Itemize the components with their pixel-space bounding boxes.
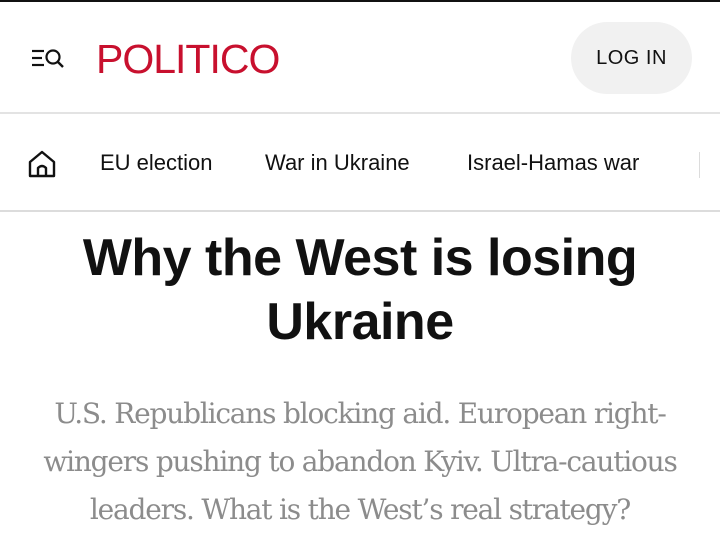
politico-logo[interactable]: POLITICO xyxy=(96,36,280,82)
article-dek: U.S. Republicans blocking aid. European … xyxy=(43,397,678,526)
page: POLITICO LOG IN EU election War in Ukrai… xyxy=(0,0,720,543)
nav-item-war-in-ukraine[interactable]: War in Ukraine xyxy=(265,150,410,176)
site-header: POLITICO LOG IN xyxy=(0,2,720,114)
home-icon[interactable] xyxy=(26,148,58,180)
nav-item-israel-hamas-war[interactable]: Israel-Hamas war xyxy=(467,150,639,176)
section-nav: EU election War in Ukraine Israel-Hamas … xyxy=(0,114,720,212)
nav-item-eu-election[interactable]: EU election xyxy=(100,150,213,176)
menu-search-icon[interactable] xyxy=(30,46,66,72)
login-button[interactable]: LOG IN xyxy=(571,22,692,94)
article-title: Why the West is losing Ukraine xyxy=(82,229,638,351)
nav-divider xyxy=(699,152,700,178)
